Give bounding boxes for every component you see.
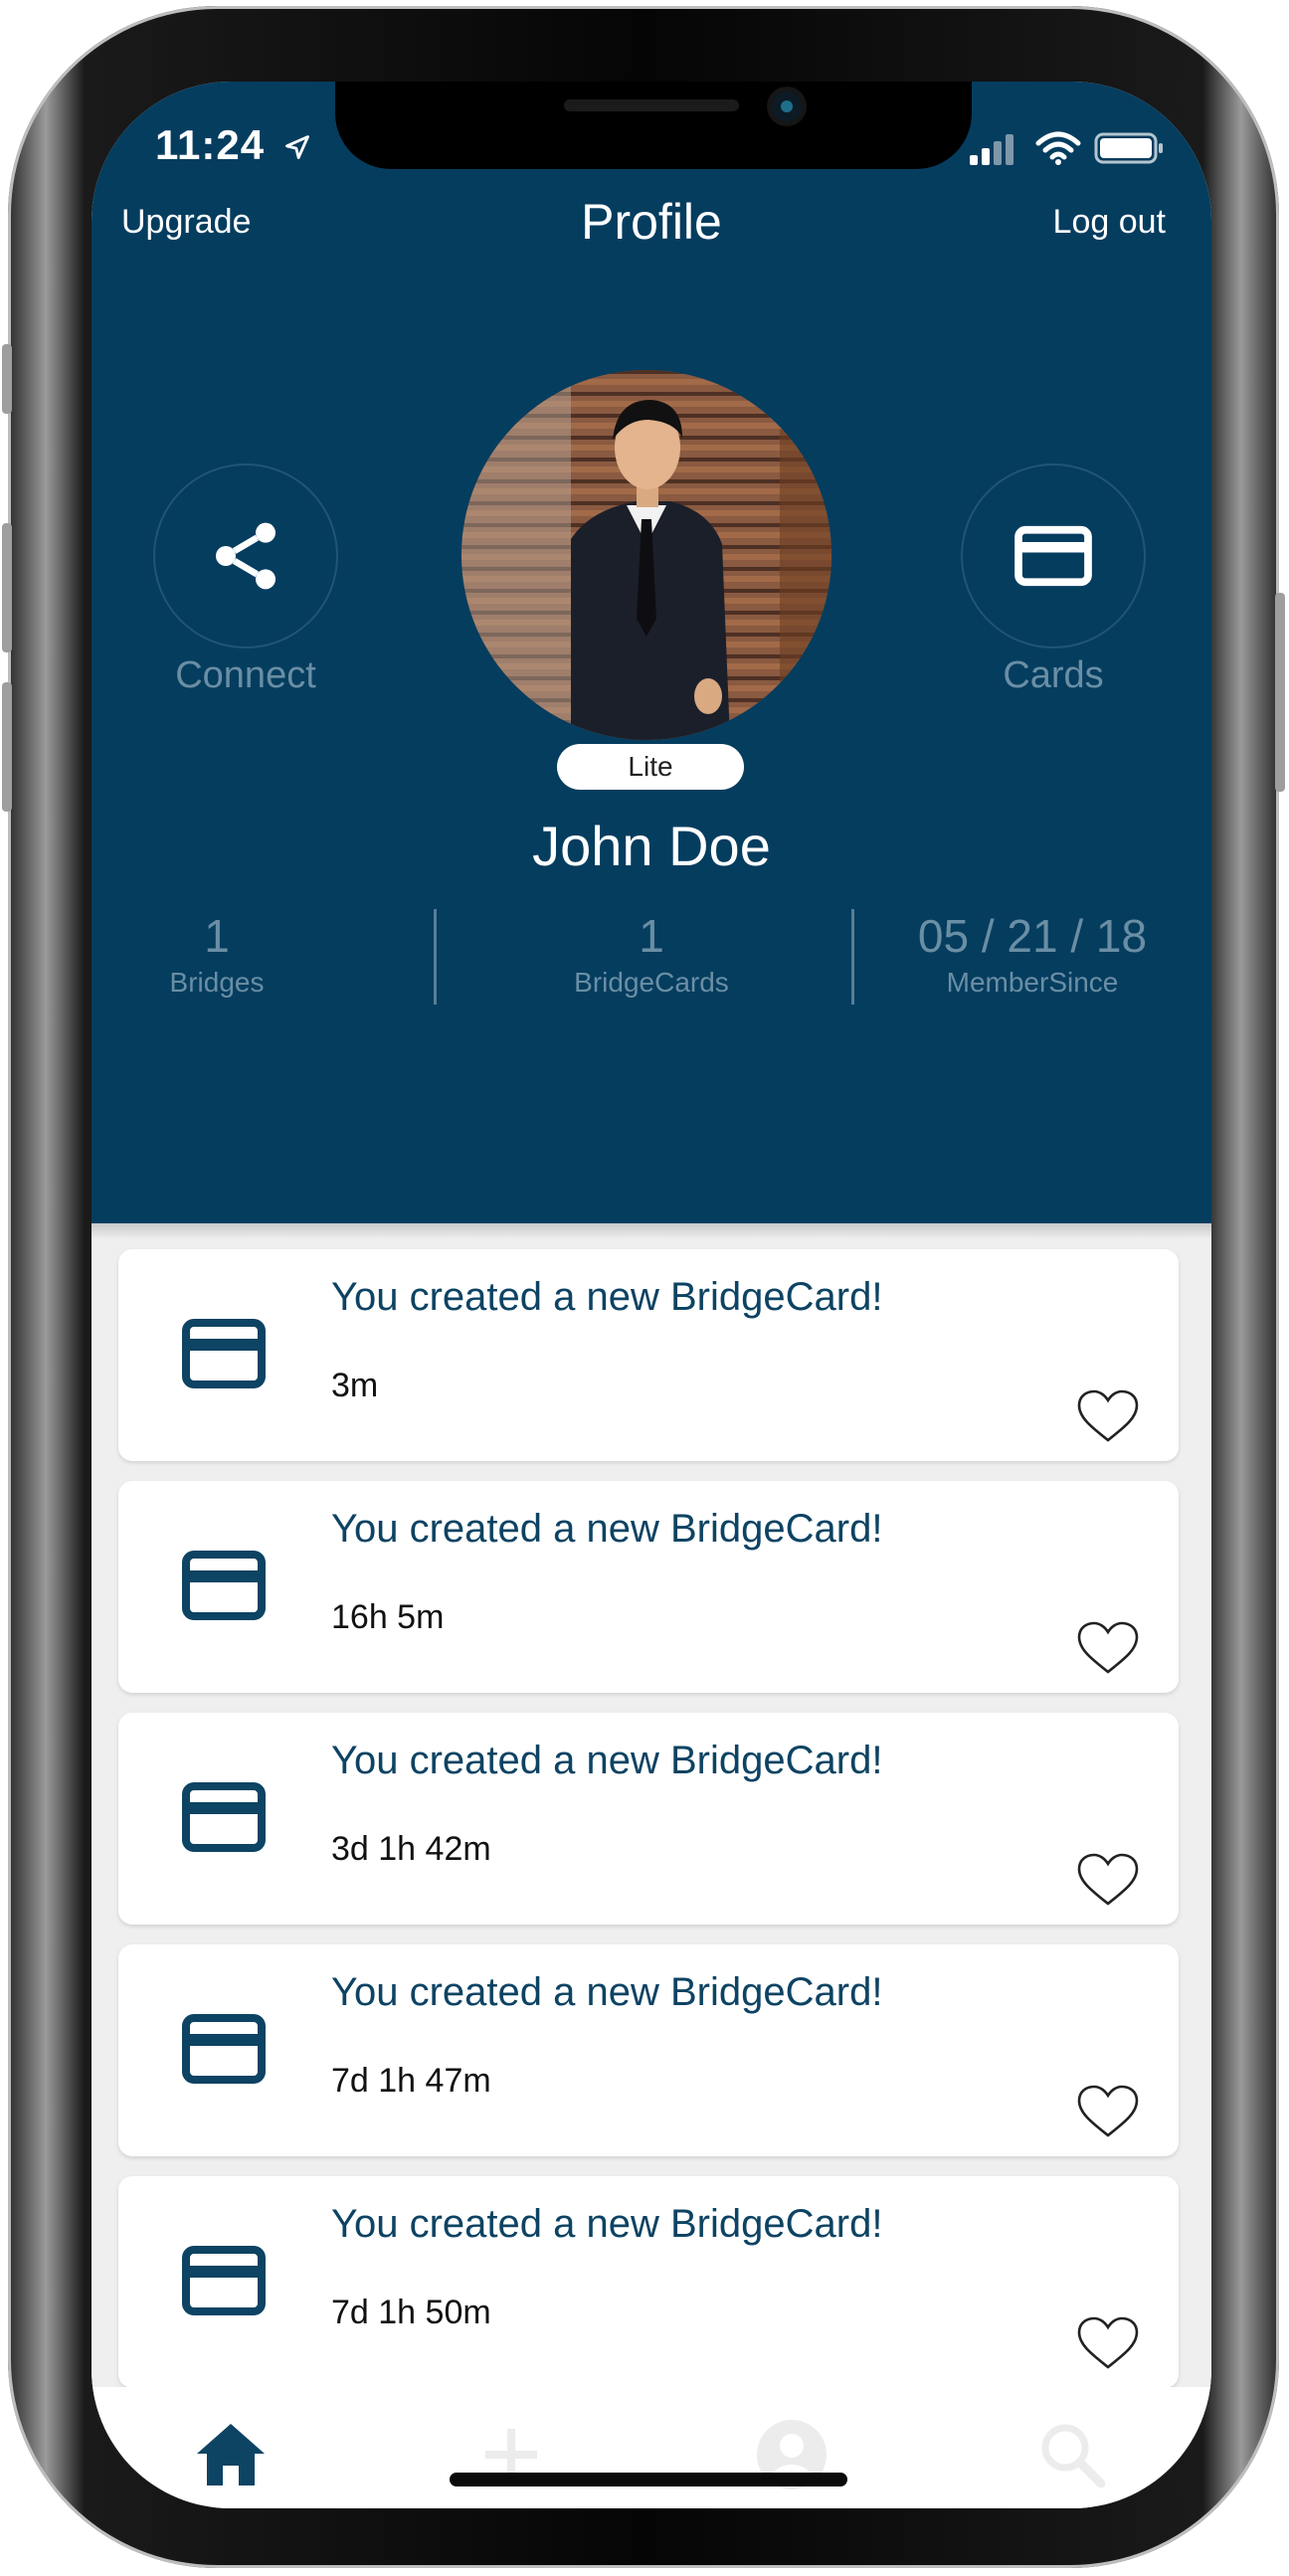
- page-title: Profile: [581, 194, 722, 250]
- tab-bar: [92, 2387, 1211, 2508]
- profile-header: 11:24 Upgrade Profile Log out Connect Li…: [92, 82, 1211, 1223]
- feed-card[interactable]: You created a new BridgeCard! 3d 1h 42m: [118, 1713, 1179, 1925]
- stat-member-since: 05 / 21 / 18 MemberSince: [883, 909, 1182, 999]
- notch: [335, 82, 972, 169]
- heart-icon[interactable]: [1075, 2315, 1141, 2371]
- home-icon: [197, 2424, 265, 2485]
- volume-down-button: [2, 682, 12, 812]
- heart-icon[interactable]: [1075, 1388, 1141, 1444]
- stat-bridges[interactable]: 1 Bridges: [111, 909, 322, 999]
- tab-search[interactable]: [1032, 2415, 1112, 2494]
- stat-label: Bridges: [169, 967, 265, 998]
- feed-card[interactable]: You created a new BridgeCard! 16h 5m: [118, 1481, 1179, 1693]
- feed-card-time: 16h 5m: [331, 1598, 445, 1636]
- connect-button[interactable]: Connect: [153, 463, 338, 697]
- connect-label: Connect: [175, 654, 316, 696]
- heart-icon[interactable]: [1075, 1620, 1141, 1676]
- search-icon: [1041, 2424, 1105, 2487]
- cards-label: Cards: [1003, 654, 1104, 696]
- feed-card-time: 7d 1h 47m: [331, 2062, 491, 2100]
- activity-feed[interactable]: You created a new BridgeCard! 3m You cre…: [92, 1223, 1211, 2387]
- silent-switch: [2, 344, 12, 414]
- feed-card[interactable]: You created a new BridgeCard! 7d 1h 47m: [118, 1944, 1179, 2156]
- stat-value: 1: [639, 910, 664, 962]
- plan-badge: Lite: [557, 744, 744, 790]
- feed-card-title: You created a new BridgeCard!: [331, 1970, 883, 2014]
- stat-value: 05 / 21 / 18: [917, 910, 1148, 962]
- feed-card-title: You created a new BridgeCard!: [331, 1507, 883, 1551]
- logout-link[interactable]: Log out: [1053, 203, 1166, 242]
- stat-value: 1: [204, 910, 230, 962]
- credit-card-icon: [182, 2246, 266, 2315]
- speaker: [564, 99, 739, 111]
- stat-label: BridgeCards: [574, 967, 729, 998]
- feed-card-time: 7d 1h 50m: [331, 2294, 491, 2331]
- signal-icon: [970, 134, 1014, 165]
- credit-card-icon: [182, 2014, 266, 2084]
- volume-up-button: [2, 523, 12, 652]
- avatar[interactable]: [461, 370, 831, 740]
- stat-divider: [851, 909, 854, 1005]
- credit-card-icon: [182, 1782, 266, 1852]
- tab-home[interactable]: [191, 2415, 271, 2494]
- battery-icon: [1094, 132, 1163, 164]
- credit-card-icon: [182, 1319, 266, 1388]
- wifi-icon: [1035, 131, 1081, 165]
- cards-button[interactable]: Cards: [961, 463, 1146, 697]
- phone-frame: 11:24 Upgrade Profile Log out Connect Li…: [2, 6, 1285, 2568]
- home-indicator[interactable]: [450, 2473, 847, 2486]
- power-button: [1275, 593, 1285, 792]
- status-time-text: 11:24: [155, 121, 266, 168]
- heart-icon[interactable]: [1075, 2084, 1141, 2139]
- status-time: 11:24: [155, 121, 311, 169]
- feed-card[interactable]: You created a new BridgeCard! 3m: [118, 1249, 1179, 1461]
- connect-circle: [153, 463, 338, 648]
- feed-card-title: You created a new BridgeCard!: [331, 1275, 883, 1319]
- stat-label: MemberSince: [946, 967, 1119, 998]
- stat-bridgecards[interactable]: 1 BridgeCards: [485, 909, 818, 999]
- profile-photo: [461, 370, 831, 740]
- share-icon: [216, 522, 276, 590]
- status-icons: [968, 131, 1166, 170]
- cards-circle: [961, 463, 1146, 648]
- credit-card-icon: [182, 1551, 266, 1620]
- camera: [772, 92, 802, 121]
- feed-card-time: 3d 1h 42m: [331, 1830, 491, 1868]
- feed-card-title: You created a new BridgeCard!: [331, 1739, 883, 1782]
- screen: 11:24 Upgrade Profile Log out Connect Li…: [92, 82, 1211, 2508]
- user-name: John Doe: [532, 815, 771, 877]
- credit-card-icon: [1014, 525, 1092, 587]
- feed-card[interactable]: You created a new BridgeCard! 7d 1h 50m: [118, 2176, 1179, 2387]
- stat-divider: [434, 909, 437, 1005]
- feed-shadow: [92, 1223, 1211, 1239]
- location-arrow-icon: [284, 135, 309, 159]
- feed-card-title: You created a new BridgeCard!: [331, 2202, 883, 2246]
- heart-icon[interactable]: [1075, 1852, 1141, 1908]
- feed-card-time: 3m: [331, 1367, 379, 1404]
